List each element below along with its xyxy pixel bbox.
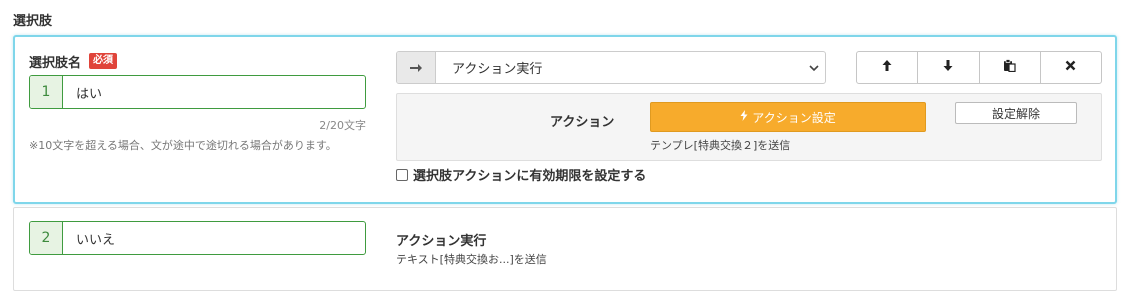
action-settings-button[interactable]: アクション設定 [650,102,926,132]
choice-2-action-title: アクション実行 [396,234,487,249]
char-counter: 2/20文字 [319,119,366,132]
action-type-select[interactable]: アクション実行 [396,51,826,84]
choice-2-field[interactable]: 2 [29,221,366,255]
choice-name-label: 選択肢名 [29,56,82,71]
action-label: アクション [550,115,615,130]
choice-toolbar [856,51,1102,84]
action-panel: アクション アクション設定 設定解除 テンプレ[特典交換２]を送信 [396,93,1102,161]
expiry-label: 選択肢アクションに有効期限を設定する [413,169,647,184]
move-down-button[interactable] [918,52,980,83]
copy-button[interactable] [980,52,1041,83]
choice-2-input[interactable] [63,222,365,254]
required-badge: 必須 [89,53,117,69]
length-note: ※10文字を超える場合、文が途中で途切れる場合があります。 [29,139,337,152]
clear-settings-button[interactable]: 設定解除 [955,102,1077,124]
action-type-value: アクション実行 [452,62,543,77]
move-up-button[interactable] [857,52,919,83]
expiry-option: 選択肢アクションに有効期限を設定する [396,165,646,184]
bolt-icon [740,110,748,124]
arrow-down-icon [943,59,953,76]
arrow-up-icon [882,59,892,76]
clipboard-icon [1003,59,1016,76]
delete-button[interactable] [1041,52,1101,83]
action-description: テンプレ[特典交換２]を送信 [650,139,791,152]
action-settings-label: アクション設定 [752,110,836,125]
chevron-down-icon [803,52,825,83]
choice-2-action-description: テキスト[特典交換お...]を送信 [396,253,547,266]
section-title: 選択肢 [13,14,53,29]
arrow-right-icon [397,52,436,83]
close-icon [1065,60,1076,75]
expiry-checkbox[interactable] [396,168,408,181]
choice-number: 2 [30,222,63,254]
choice-1-field[interactable]: 1 [29,75,366,109]
choice-1-input[interactable] [63,76,365,108]
choice-number: 1 [30,76,63,108]
